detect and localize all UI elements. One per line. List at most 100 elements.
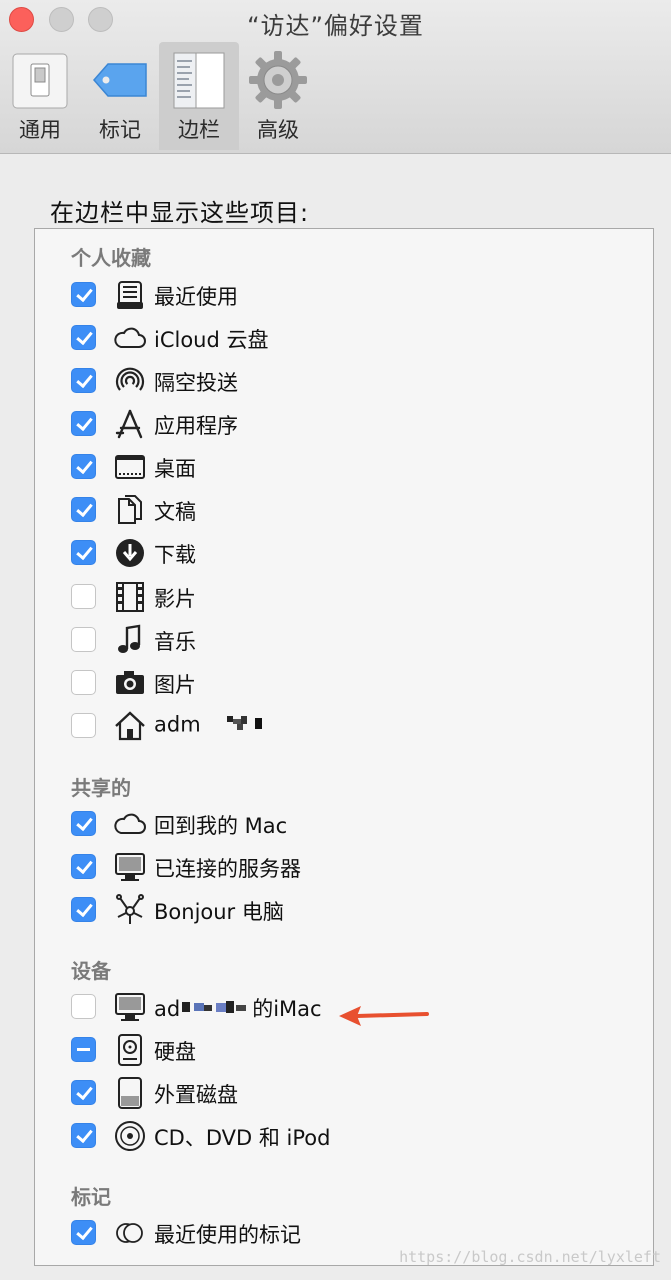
sidebar-item-label: 回到我的 Mac [154, 814, 288, 838]
checkbox-documents[interactable] [71, 497, 96, 522]
tab-advanced[interactable]: 高级 [238, 42, 318, 150]
sidebar-item-label: 图片 [154, 673, 196, 697]
home-icon [115, 711, 145, 741]
sidebar-item-pictures[interactable]: 图片 [71, 665, 631, 705]
sidebar-item-label: 影片 [154, 587, 196, 611]
sidebar-item-applications[interactable]: 应用程序 [71, 406, 631, 446]
cloud-icon [114, 327, 146, 348]
gear-icon [249, 51, 307, 109]
redacted-username [207, 712, 273, 739]
film-icon [116, 582, 144, 612]
checkbox-recents[interactable] [71, 282, 96, 307]
camera-icon [116, 671, 144, 694]
sidebar-item-label: 外置磁盘 [154, 1083, 238, 1107]
sidebar-item-label: ad 的iMac [154, 993, 322, 1024]
sidebar-item-downloads[interactable]: 下载 [71, 535, 631, 575]
sidebar-item-cd-dvd-ipod[interactable]: CD、DVD 和 iPod [71, 1118, 631, 1158]
checkbox-movies[interactable] [71, 584, 96, 609]
applications-icon [115, 409, 143, 439]
sidebar-items-heading: 在边栏中显示这些项目: [50, 199, 310, 227]
checkbox-cd-dvd-ipod[interactable] [71, 1123, 96, 1148]
airdrop-icon [115, 367, 145, 391]
watermark: https://blog.csdn.net/lyxleft [399, 1248, 661, 1266]
group-devices-label: 设备 [71, 959, 111, 983]
tag-icon [93, 63, 147, 97]
harddisk-icon [118, 1034, 142, 1066]
checkbox-applications[interactable] [71, 411, 96, 436]
tab-advanced-label: 高级 [257, 118, 299, 142]
sidebar-item-documents[interactable]: 文稿 [71, 492, 631, 532]
download-icon [116, 539, 144, 567]
checkbox-downloads[interactable] [71, 540, 96, 565]
external-disk-icon [118, 1077, 142, 1109]
imac-name-suffix: 的iMac [252, 997, 322, 1021]
checkbox-connected-servers[interactable] [71, 854, 96, 879]
checkbox-music[interactable] [71, 627, 96, 652]
tab-general[interactable]: 通用 [0, 42, 80, 150]
documents-icon [118, 495, 142, 524]
sidebar-item-label: adm [154, 712, 273, 739]
checkbox-pictures[interactable] [71, 670, 96, 695]
checkbox-recent-tags[interactable] [71, 1220, 96, 1245]
switch-icon [12, 53, 68, 109]
sidebar-item-label: CD、DVD 和 iPod [154, 1126, 331, 1150]
tab-general-label: 通用 [19, 118, 61, 142]
group-favorites-label: 个人收藏 [71, 246, 151, 270]
group-shared-label: 共享的 [71, 776, 131, 800]
sidebar-item-label: 硬盘 [154, 1040, 196, 1064]
sidebar-item-label: 已连接的服务器 [154, 857, 301, 881]
checkbox-bonjour[interactable] [71, 897, 96, 922]
checkbox-imac[interactable] [71, 994, 96, 1019]
redacted-device-name [180, 997, 252, 1024]
sidebar-item-label: 应用程序 [154, 414, 238, 438]
checkbox-desktop[interactable] [71, 454, 96, 479]
window-title: “访达”偏好设置 [247, 12, 424, 40]
tab-tags[interactable]: 标记 [80, 42, 160, 150]
music-icon [118, 624, 141, 653]
sidebar-item-label: 文稿 [154, 500, 196, 524]
sidebar-item-external-disks[interactable]: 外置磁盘 [71, 1075, 631, 1115]
tab-sidebar[interactable]: 边栏 [159, 42, 239, 150]
checkbox-external-disks[interactable] [71, 1080, 96, 1105]
checkbox-airdrop[interactable] [71, 368, 96, 393]
sidebar-item-desktop[interactable]: 桌面 [71, 449, 631, 489]
sidebar-item-label: 最近使用的标记 [154, 1223, 301, 1247]
checkbox-back-to-my-mac[interactable] [71, 811, 96, 836]
annotation-arrow [339, 1006, 429, 1026]
home-folder-name: adm [154, 712, 201, 737]
sidebar-item-label: 音乐 [154, 630, 196, 654]
recents-icon [117, 281, 143, 309]
tab-sidebar-label: 边栏 [178, 118, 220, 142]
sidebar-item-home[interactable]: adm [71, 708, 631, 748]
sidebar-item-music[interactable]: 音乐 [71, 622, 631, 662]
monitor-icon [115, 853, 145, 881]
sidebar-item-label: 最近使用 [154, 285, 238, 309]
tab-tags-label: 标记 [99, 118, 141, 142]
tag-toggle-icon [116, 1223, 143, 1243]
sidebar-item-label: 下载 [154, 543, 196, 567]
sidebar-item-icloud[interactable]: iCloud 云盘 [71, 320, 631, 360]
sidebar-item-label: 隔空投送 [154, 371, 238, 395]
imac-icon [115, 993, 145, 1021]
checkbox-icloud[interactable] [71, 325, 96, 350]
cloud-icon [114, 813, 146, 834]
sidebar-item-label: 桌面 [154, 457, 196, 481]
sidebar-item-recents[interactable]: 最近使用 [71, 277, 631, 317]
checkbox-home[interactable] [71, 713, 96, 738]
sidebar-item-label: iCloud 云盘 [154, 328, 269, 352]
desktop-icon [115, 455, 145, 479]
window-titlebar: “访达”偏好设置 通用 标记 边栏 高级 [0, 0, 671, 154]
sidebar-item-back-to-my-mac[interactable]: 回到我的 Mac [71, 806, 631, 846]
checkbox-hard-disk[interactable] [71, 1037, 96, 1062]
sidebar-item-connected-servers[interactable]: 已连接的服务器 [71, 849, 631, 889]
sidebar-icon [173, 52, 225, 109]
bonjour-icon [116, 894, 144, 924]
sidebar-item-label: Bonjour 电脑 [154, 900, 284, 924]
disc-icon [115, 1121, 145, 1151]
sidebar-item-airdrop[interactable]: 隔空投送 [71, 363, 631, 403]
sidebar-item-movies[interactable]: 影片 [71, 579, 631, 619]
group-tags-label: 标记 [71, 1185, 111, 1209]
sidebar-item-bonjour[interactable]: Bonjour 电脑 [71, 892, 631, 932]
imac-name-prefix: ad [154, 997, 181, 1021]
sidebar-item-hard-disk[interactable]: 硬盘 [71, 1032, 631, 1072]
